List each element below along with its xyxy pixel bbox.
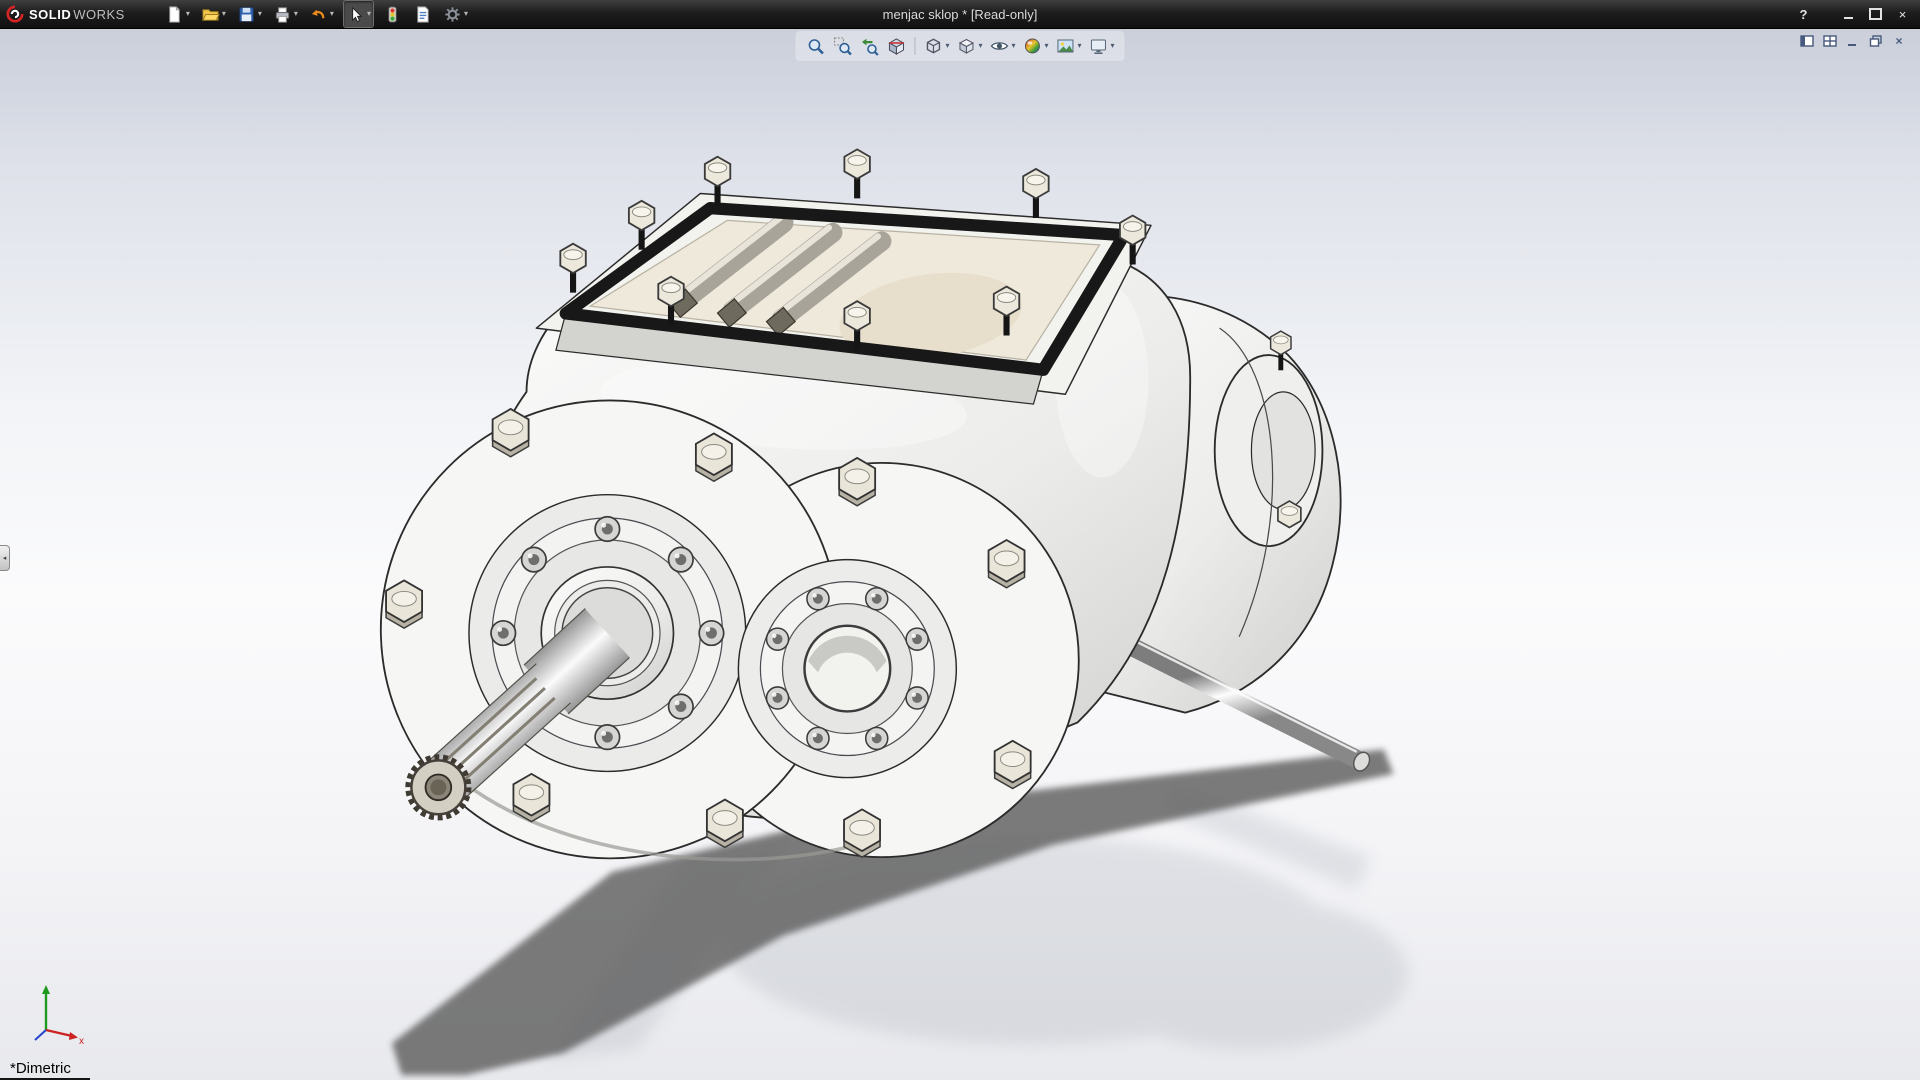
select-window-button[interactable] xyxy=(1798,33,1816,48)
chevron-down-icon[interactable]: ▾ xyxy=(222,10,226,18)
collapse-arrow-icon: ◂ xyxy=(3,554,7,562)
zoom-to-fit-icon xyxy=(805,36,825,56)
brand-text-solid: SOLID xyxy=(29,7,71,22)
minimize-button[interactable] xyxy=(1837,5,1860,24)
undo-icon xyxy=(309,5,328,24)
pane-layout-button[interactable] xyxy=(1821,33,1839,48)
front-flange-right[interactable] xyxy=(738,560,956,778)
restore-icon xyxy=(1869,35,1883,47)
gear-icon xyxy=(443,5,462,24)
view-orientation-button[interactable]: ▾ xyxy=(921,33,951,59)
document-window-controls: × xyxy=(1798,33,1908,48)
triad-x-label: x xyxy=(79,1036,84,1046)
zoom-to-area-icon xyxy=(832,36,852,56)
options-button[interactable]: ▾ xyxy=(441,1,470,27)
panel-splitter-handle[interactable]: ◂ xyxy=(0,545,10,571)
print-icon xyxy=(273,5,292,24)
solidworks-logo-icon xyxy=(6,5,24,23)
zoom-to-area-button[interactable] xyxy=(830,33,854,59)
close-button[interactable]: × xyxy=(1891,5,1914,24)
help-button[interactable]: ? xyxy=(1792,5,1815,24)
window-controls: ? × xyxy=(1792,0,1914,28)
select-button[interactable]: ▾ xyxy=(343,0,374,28)
solidworks-window: { "titlebar": { "brand_bold": "SOLID", "… xyxy=(0,0,1920,1080)
chevron-down-icon[interactable]: ▾ xyxy=(330,10,334,18)
display-style-icon xyxy=(956,36,976,56)
minimize-icon xyxy=(1846,35,1860,47)
chevron-down-icon[interactable]: ▾ xyxy=(464,10,468,18)
rebuild-button[interactable] xyxy=(381,1,404,27)
previous-view-button[interactable] xyxy=(857,33,881,59)
restore-button[interactable] xyxy=(1864,5,1887,24)
scene-photo-icon xyxy=(1056,36,1076,56)
app-logo: SOLID WORKS xyxy=(0,0,135,28)
chevron-down-icon[interactable]: ▾ xyxy=(1111,42,1115,50)
rear-bolt-icon[interactable] xyxy=(1278,501,1301,527)
undo-button[interactable]: ▾ xyxy=(307,1,336,27)
rebuild-traffic-light-icon xyxy=(383,5,402,24)
file-properties-icon xyxy=(413,5,432,24)
chevron-down-icon[interactable]: ▾ xyxy=(978,42,982,50)
section-view-button[interactable] xyxy=(884,33,908,59)
titlebar: SOLID WORKS ▾ ▾ ▾ ▾ ▾ ▾ xyxy=(0,0,1920,29)
zoom-to-fit-button[interactable] xyxy=(803,33,827,59)
chevron-down-icon[interactable]: ▾ xyxy=(186,10,190,18)
chevron-down-icon[interactable]: ▾ xyxy=(367,10,371,18)
appearance-ball-icon xyxy=(1023,36,1043,56)
brand-text-works: WORKS xyxy=(73,7,125,22)
document-minimize-button[interactable] xyxy=(1844,33,1862,48)
view-settings-icon xyxy=(1089,36,1109,56)
chevron-down-icon[interactable]: ▾ xyxy=(1011,42,1015,50)
edit-appearance-button[interactable]: ▾ xyxy=(1021,33,1051,59)
hide-show-items-button[interactable]: ▾ xyxy=(987,33,1017,59)
new-document-icon xyxy=(165,5,184,24)
save-icon xyxy=(237,5,256,24)
select-cursor-icon xyxy=(346,5,365,24)
minimize-icon xyxy=(1844,17,1853,19)
print-button[interactable]: ▾ xyxy=(271,1,300,27)
heads-up-view-toolbar: ▾ ▾ ▾ ▾ ▾ ▾ xyxy=(795,31,1124,61)
apply-scene-button[interactable]: ▾ xyxy=(1054,33,1084,59)
chevron-down-icon[interactable]: ▾ xyxy=(258,10,262,18)
chevron-down-icon[interactable]: ▾ xyxy=(294,10,298,18)
view-orientation-cube-icon xyxy=(923,36,943,56)
display-style-button[interactable]: ▾ xyxy=(954,33,984,59)
toolbar-separator xyxy=(914,37,915,55)
chevron-down-icon[interactable]: ▾ xyxy=(1045,42,1049,50)
file-properties-button[interactable] xyxy=(411,1,434,27)
view-settings-button[interactable]: ▾ xyxy=(1087,33,1117,59)
view-orientation-label: *Dimetric xyxy=(10,1060,71,1077)
restore-icon xyxy=(1869,8,1882,20)
quick-access-toolbar: ▾ ▾ ▾ ▾ ▾ ▾ ▾ xyxy=(163,0,470,28)
split-pane-icon xyxy=(1823,35,1837,47)
new-document-button[interactable]: ▾ xyxy=(163,1,192,27)
eye-icon xyxy=(989,36,1009,56)
previous-view-icon xyxy=(859,36,879,56)
model-3d[interactable] xyxy=(0,0,1920,1080)
chevron-down-icon[interactable]: ▾ xyxy=(945,42,949,50)
open-button[interactable]: ▾ xyxy=(199,1,228,27)
window-pane-icon xyxy=(1800,35,1814,47)
save-button[interactable]: ▾ xyxy=(235,1,264,27)
section-view-icon xyxy=(886,36,906,56)
document-restore-button[interactable] xyxy=(1867,33,1885,48)
chevron-down-icon[interactable]: ▾ xyxy=(1078,42,1082,50)
document-close-button[interactable]: × xyxy=(1890,33,1908,48)
open-folder-icon xyxy=(201,5,220,24)
orientation-triad: x xyxy=(26,980,86,1046)
